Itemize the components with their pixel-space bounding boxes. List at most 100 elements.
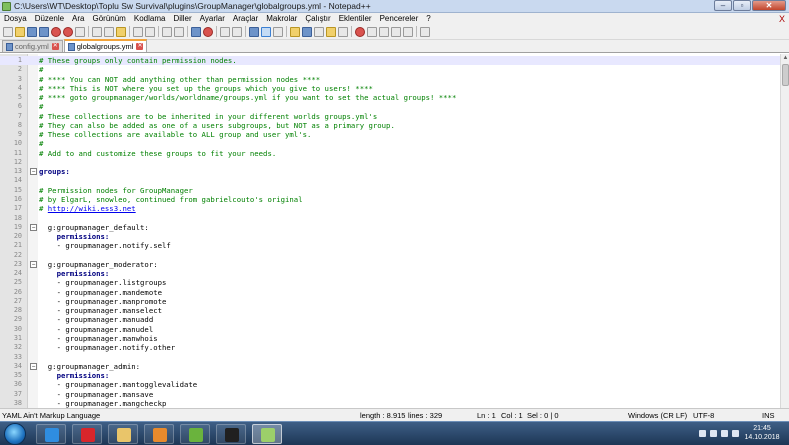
zoom-out-icon[interactable] [203, 26, 213, 37]
maximize-button[interactable]: ▫ [733, 0, 751, 11]
undo-icon[interactable] [133, 26, 143, 37]
menu-edit[interactable]: Düzenle [35, 14, 64, 23]
play-macro-icon[interactable] [379, 26, 389, 37]
code-line[interactable]: 20 permissions: [0, 232, 789, 241]
code-line[interactable]: 27 - groupmanager.manpromote [0, 297, 789, 306]
sync-vertical-icon[interactable] [220, 26, 230, 37]
code-line[interactable]: 36 - groupmanager.mantogglevalidate [0, 380, 789, 389]
taskbar-app-internet-explorer[interactable] [36, 424, 66, 444]
print-icon[interactable] [75, 26, 85, 37]
minimize-button[interactable]: – [714, 0, 732, 11]
menu-language[interactable]: Diller [173, 14, 191, 23]
code-line[interactable]: 7 # These collections are to be inherited… [0, 112, 789, 121]
menu-help[interactable]: ? [426, 14, 430, 23]
menu-tools[interactable]: Araçlar [233, 14, 258, 23]
code-line[interactable]: 33 [0, 353, 789, 362]
record-macro-icon[interactable] [355, 26, 365, 37]
fold-toggle-icon[interactable]: − [30, 223, 37, 231]
fold-toggle-icon[interactable]: − [30, 362, 37, 370]
taskbar-app-opera[interactable] [72, 424, 102, 444]
function-list-icon[interactable] [314, 26, 324, 37]
tab-globalgroups-yml[interactable]: globalgroups.yml ✕ [63, 39, 148, 52]
scrollbar-thumb[interactable] [782, 64, 789, 86]
code-line[interactable]: 21 - groupmanager.notify.self [0, 241, 789, 250]
find-icon[interactable] [162, 26, 172, 37]
menu-encoding[interactable]: Kodlama [134, 14, 166, 23]
code-line[interactable]: 3 # **** You can NOT add anything other t… [0, 75, 789, 84]
vertical-scrollbar[interactable]: ▲ [780, 54, 789, 408]
monitoring-icon[interactable] [338, 26, 348, 37]
word-wrap-icon[interactable] [249, 26, 259, 37]
fold-toggle-icon[interactable]: − [30, 260, 37, 268]
redo-icon[interactable] [145, 26, 155, 37]
close-document-button[interactable]: X [779, 14, 785, 24]
code-line[interactable]: 16 # by ElgarL, snowleo, continued from g… [0, 195, 789, 204]
volume-icon[interactable] [732, 430, 739, 437]
code-line[interactable]: 5 # **** goto groupmanager/worlds/worldna… [0, 93, 789, 102]
url-link[interactable]: http://wiki.ess3.net [48, 204, 136, 213]
copy-icon[interactable] [104, 26, 114, 37]
code-line[interactable]: 24 permissions: [0, 269, 789, 278]
start-button[interactable] [4, 423, 26, 445]
clock-date[interactable]: 14.10.2018 [743, 434, 781, 441]
menu-search[interactable]: Ara [72, 14, 84, 23]
code-line[interactable]: 6 # [0, 102, 789, 111]
spell-check-icon[interactable] [420, 26, 430, 37]
zoom-in-icon[interactable] [191, 26, 201, 37]
code-line[interactable]: 37 - groupmanager.mansave [0, 390, 789, 399]
code-line[interactable]: 30 - groupmanager.manudel [0, 325, 789, 334]
menu-macro[interactable]: Makrolar [266, 14, 297, 23]
show-all-characters-icon[interactable] [261, 26, 271, 37]
code-lines[interactable]: 1 # These groups only contain permission … [0, 56, 789, 408]
taskbar-app-file-explorer[interactable] [108, 424, 138, 444]
code-line[interactable]: 28 - groupmanager.manselect [0, 306, 789, 315]
sync-horizontal-icon[interactable] [232, 26, 242, 37]
tab-close-icon[interactable]: ✕ [51, 43, 59, 50]
code-line[interactable]: 19− g:groupmanager_default: [0, 223, 789, 232]
tab-config-yml[interactable]: config.yml ✕ [2, 40, 63, 52]
taskbar-app-media-player[interactable] [144, 424, 174, 444]
menu-plugins[interactable]: Eklentiler [339, 14, 372, 23]
code-line[interactable]: 11 # Add to and customize these groups to… [0, 149, 789, 158]
code-line[interactable]: 29 - groupmanager.manuadd [0, 315, 789, 324]
code-line[interactable]: 17 # http://wiki.ess3.net [0, 204, 789, 213]
tab-close-icon[interactable]: ✕ [136, 43, 144, 50]
folder-as-workspace-icon[interactable] [326, 26, 336, 37]
clock-time[interactable]: 21:45 [743, 425, 781, 432]
save-macro-icon[interactable] [403, 26, 413, 37]
code-line[interactable]: 18 [0, 214, 789, 223]
fold-toggle-icon[interactable]: − [30, 168, 37, 176]
close-file-icon[interactable] [51, 26, 61, 37]
taskbar-app-notepad-plus-plus[interactable] [252, 424, 282, 444]
scroll-up-icon[interactable]: ▲ [781, 54, 789, 63]
user-language-icon[interactable] [290, 26, 300, 37]
menu-window[interactable]: Pencereler [380, 14, 419, 23]
code-line[interactable]: 10 # [0, 139, 789, 148]
code-line[interactable]: 23− g:groupmanager_moderator: [0, 260, 789, 269]
new-file-icon[interactable] [3, 26, 13, 37]
code-line[interactable]: 22 [0, 251, 789, 260]
replace-icon[interactable] [174, 26, 184, 37]
menu-view[interactable]: Görünüm [93, 14, 126, 23]
run-macro-multiple-icon[interactable] [391, 26, 401, 37]
code-line[interactable]: 38 - groupmanager.mangcheckp [0, 399, 789, 408]
code-line[interactable]: 8 # They can also be added as one of a us… [0, 121, 789, 130]
save-icon[interactable] [27, 26, 37, 37]
cut-icon[interactable] [92, 26, 102, 37]
menu-settings[interactable]: Ayarlar [200, 14, 225, 23]
save-all-icon[interactable] [39, 26, 49, 37]
menu-file[interactable]: Dosya [4, 14, 27, 23]
show-hidden-icons-icon[interactable] [699, 430, 706, 437]
menu-run[interactable]: Çalıştır [305, 14, 330, 23]
stop-macro-icon[interactable] [367, 26, 377, 37]
code-line[interactable]: 13− groups: [0, 167, 789, 176]
network-icon[interactable] [721, 430, 728, 437]
taskbar-app-utorrent[interactable] [180, 424, 210, 444]
code-line[interactable]: 34− g:groupmanager_admin: [0, 362, 789, 371]
code-line[interactable]: 31 - groupmanager.manwhois [0, 334, 789, 343]
code-line[interactable]: 4 # **** This is NOT where you set up the… [0, 84, 789, 93]
taskbar-app-command-prompt[interactable] [216, 424, 246, 444]
close-button[interactable]: ✕ [752, 0, 786, 11]
indent-guide-icon[interactable] [273, 26, 283, 37]
open-file-icon[interactable] [15, 26, 25, 37]
